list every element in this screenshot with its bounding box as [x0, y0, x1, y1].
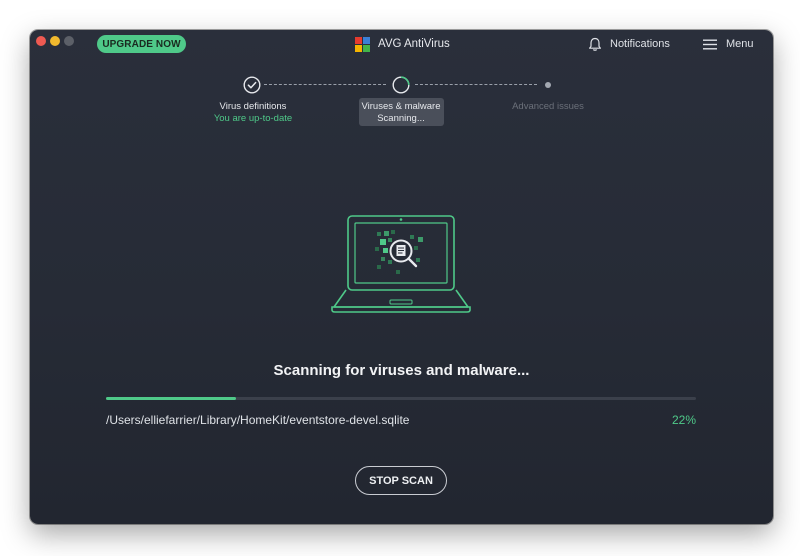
- app-title: AVG AntiVirus: [354, 35, 450, 53]
- check-circle-icon: [243, 76, 261, 94]
- scan-steps: Virus definitions You are up-to-date Vir…: [30, 74, 773, 134]
- current-file-path: /Users/elliefarrier/Library/HomeKit/even…: [106, 413, 410, 427]
- step-viruses-malware: Viruses & malware Scanning...: [331, 101, 471, 125]
- notifications-label: Notifications: [610, 38, 670, 50]
- hamburger-icon: [703, 39, 717, 49]
- step-title: Viruses & malware: [361, 101, 441, 112]
- bell-icon: [589, 37, 601, 51]
- laptop-scan-icon: [331, 215, 471, 313]
- step-virus-definitions: Virus definitions You are up-to-date: [183, 101, 323, 125]
- stop-scan-button[interactable]: STOP SCAN: [355, 466, 447, 495]
- menu-button[interactable]: Menu: [703, 35, 754, 53]
- zoom-window-button[interactable]: [64, 36, 74, 46]
- scan-progress-fill: [106, 397, 236, 400]
- step-connector: [264, 84, 386, 85]
- step-status: You are up-to-date: [213, 113, 293, 124]
- close-window-button[interactable]: [36, 36, 46, 46]
- pending-dot-icon: [545, 82, 551, 88]
- step-connector: [415, 84, 537, 85]
- window-controls: [36, 36, 74, 46]
- upgrade-now-button[interactable]: UPGRADE NOW: [97, 35, 186, 53]
- step-advanced-issues: Advanced issues: [478, 101, 618, 113]
- avg-logo-icon: [355, 36, 370, 52]
- step-status: Scanning...: [377, 113, 425, 124]
- scanning-spinner-icon: [392, 76, 410, 94]
- notifications-button[interactable]: Notifications: [588, 35, 670, 53]
- step-title: Advanced issues: [512, 101, 584, 112]
- scan-progress-bar: [106, 397, 696, 400]
- app-window: UPGRADE NOW AVG AntiVirus Notifications …: [30, 30, 773, 524]
- step-title: Virus definitions: [219, 101, 287, 112]
- menu-label: Menu: [726, 38, 754, 50]
- scan-heading: Scanning for viruses and malware...: [273, 362, 530, 379]
- minimize-window-button[interactable]: [50, 36, 60, 46]
- progress-percent: 22%: [671, 413, 696, 427]
- app-title-text: AVG AntiVirus: [378, 38, 450, 50]
